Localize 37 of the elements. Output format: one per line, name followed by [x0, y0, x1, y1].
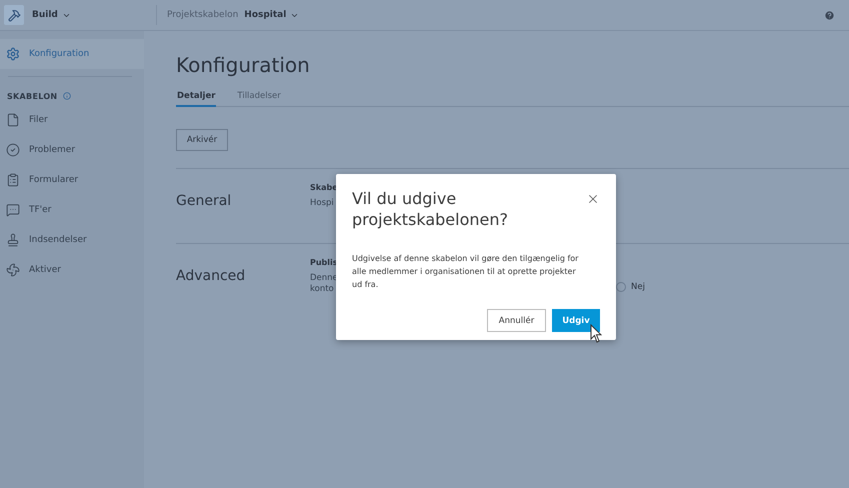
file-icon [6, 113, 20, 127]
section-title: General [176, 192, 232, 211]
clipboard-icon [6, 173, 20, 187]
cancel-button[interactable]: Annullér [487, 309, 546, 332]
check-circle-icon [6, 143, 20, 157]
tab[interactable]: Tilladelser [236, 88, 282, 107]
sidebar-item[interactable]: Filer [0, 105, 144, 135]
message-icon [6, 203, 20, 217]
fan-icon [6, 263, 20, 277]
hammer-logo-icon [4, 5, 24, 25]
template-selector[interactable]: Hospital [244, 10, 300, 20]
field-text: Hospi [310, 198, 335, 209]
sidebar-item[interactable]: TF'er [0, 195, 144, 225]
page-title: Konfiguration [176, 53, 311, 77]
section-heading: SKABELON [7, 92, 58, 100]
radio-label: Nej [631, 282, 645, 292]
field-text: konto [310, 284, 335, 295]
field-label: Publis [310, 258, 336, 267]
sidebar-item[interactable]: Aktiver [0, 255, 144, 285]
breadcrumb-label: Projektskabelon [167, 10, 238, 20]
close-icon[interactable] [586, 192, 600, 206]
product-menu[interactable]: Build [32, 3, 156, 27]
sidebar-item[interactable]: Konfiguration [0, 39, 144, 69]
section-title: Advanced [176, 267, 246, 286]
publish-button[interactable]: Udgiv [552, 309, 600, 332]
info-icon[interactable] [63, 92, 72, 100]
help-icon[interactable] [824, 10, 835, 20]
sidebar-item[interactable]: Problemer [0, 135, 144, 165]
stamp-icon [6, 233, 20, 247]
dialog-title: Vil du udgive projektskabelonen? [352, 188, 509, 230]
dialog-message: Udgivelse af denne skabelon vil gøre den tilgængelig for alle medlemmer i organisationen til at oprette projekter ud fra. [352, 253, 580, 291]
archive-button[interactable]: Arkivér [176, 129, 228, 151]
field-label: Skabe [310, 183, 336, 192]
settings-icon [6, 47, 20, 61]
tab[interactable]: Detaljer [176, 88, 216, 107]
sidebar-item[interactable]: Formularer [0, 165, 144, 195]
sidebar-item[interactable]: Indsendelser [0, 225, 144, 255]
